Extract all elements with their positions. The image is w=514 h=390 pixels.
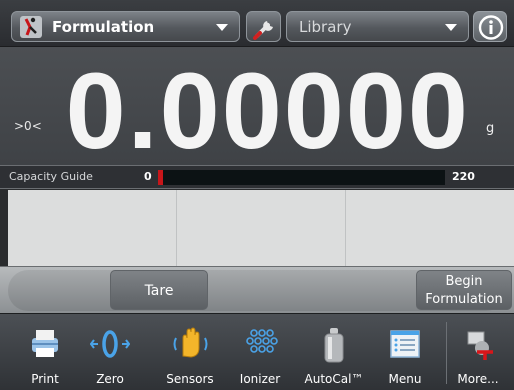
info-panel-1 [8,190,177,266]
nav-print-label: Print [31,372,59,386]
info-panel-3 [346,190,514,266]
nav-zero-label: Zero [96,372,124,386]
nav-sensors-button[interactable]: Sensors [160,314,220,390]
capacity-guide-label: Capacity Guide [9,170,93,183]
chevron-down-icon [445,24,457,31]
nav-ionizer-label: Ionizer [239,372,281,386]
capacity-guide: Capacity Guide 0 220 [0,165,514,189]
library-label: Library [299,17,352,36]
nav-divider [446,322,447,384]
tare-button[interactable]: Tare [110,270,208,310]
formulation-icon [20,15,42,38]
capacity-max: 220 [452,170,475,183]
capacity-bar-fill [158,170,163,185]
capacity-bar [158,170,445,185]
ionizer-icon [246,329,278,353]
nav-print-button[interactable]: Print [20,314,70,390]
more-icon [467,331,493,360]
bottom-nav: Print Zero Sensors Ionizer AutoCal™ Menu… [0,313,514,390]
nav-ionizer-button[interactable]: Ionizer [233,314,287,390]
top-bar: Formulation Library [0,0,514,47]
info-panels [8,190,514,266]
info-icon [478,15,504,40]
nav-autocal-label: AutoCal™ [304,372,364,386]
nav-zero-button[interactable]: Zero [85,314,135,390]
application-label: Formulation [52,17,155,36]
zero-icon [90,330,130,358]
weight-unit: g [486,121,495,136]
begin-label-line1: Begin [445,274,483,289]
application-dropdown[interactable]: Formulation [11,11,240,42]
info-panel-2 [177,190,346,266]
action-bar: Tare Begin Formulation [0,266,514,313]
begin-formulation-button[interactable]: Begin Formulation [416,270,512,310]
chevron-down-icon [216,24,228,31]
nav-more-label: More... [457,372,499,386]
nav-menu-label: Menu [388,372,422,386]
weight-readout: 0.00000 [65,50,470,171]
wrench-icon [253,21,273,40]
menu-icon [390,330,420,358]
nav-autocal-button[interactable]: AutoCal™ [302,314,366,390]
hand-sensor-icon [173,327,208,358]
library-dropdown[interactable]: Library [286,11,469,42]
info-button[interactable] [473,11,507,42]
nav-sensors-label: Sensors [166,372,214,386]
capacity-min: 0 [144,170,152,183]
center-of-zero-indicator: >0< [14,119,42,133]
weight-display: >0< 0.00000 g [0,47,514,169]
calibration-weight-icon [324,328,344,363]
printer-icon [32,330,58,357]
settings-wrench-button[interactable] [246,11,281,42]
nav-menu-button[interactable]: Menu [378,314,432,390]
nav-more-button[interactable]: More... [452,314,504,390]
begin-label-line2: Formulation [425,292,503,307]
